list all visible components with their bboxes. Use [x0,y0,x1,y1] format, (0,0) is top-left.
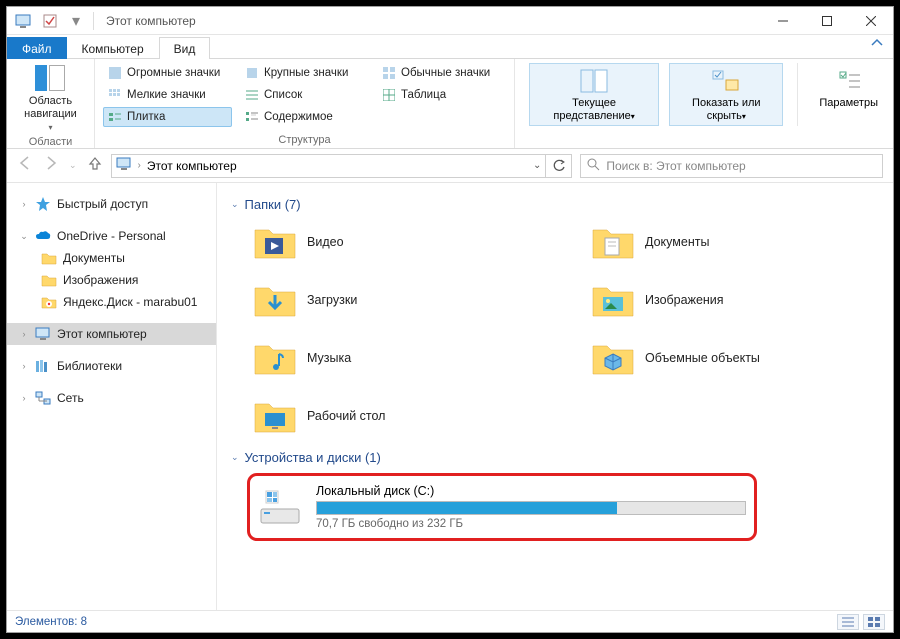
downloads-icon [253,280,297,320]
tree-onedrive-images[interactable]: Изображения [7,269,216,291]
tree-quick-access[interactable]: › Быстрый доступ [7,193,216,215]
tab-computer[interactable]: Компьютер [67,37,159,59]
view-thumbnails-button[interactable] [863,614,885,630]
address-dropdown[interactable]: ⌄ [533,160,541,171]
tab-file[interactable]: Файл [7,37,67,59]
section-folders[interactable]: ⌄ Папки (7) [227,189,883,216]
layout-large-icons[interactable]: Крупные значки [240,63,369,83]
ribbon-tabs: Файл Компьютер Вид [7,35,893,59]
layout-huge-icons[interactable]: Огромные значки [103,63,232,83]
layout-content[interactable]: Содержимое [240,107,369,127]
minimize-button[interactable] [761,7,805,35]
explorer-window: ▾ Этот компьютер Файл Компьютер Вид [6,6,894,633]
videos-icon [253,222,297,262]
group-layout-label: Структура [103,132,506,146]
drive-name: Локальный диск (C:) [316,484,746,498]
status-bar: Элементов: 8 [7,610,893,632]
search-icon [587,158,600,174]
ribbon: Область навигации ▾ Области Огромные зна… [7,59,893,149]
navigation-tree: › Быстрый доступ ⌄ OneDrive - Personal Д… [7,183,217,610]
folder-documents[interactable]: Документы [585,216,883,268]
address-bar: ⌄ › Этот компьютер ⌄ Поиск в: Этот компь… [7,149,893,183]
tree-onedrive[interactable]: ⌄ OneDrive - Personal [7,225,216,247]
folder-downloads[interactable]: Загрузки [247,274,545,326]
address-text: Этот компьютер [147,159,237,173]
documents-icon [591,222,635,262]
navigation-pane-label: Область навигации [15,95,86,121]
drive-free-text: 70,7 ГБ свободно из 232 ГБ [316,518,746,530]
app-icon [13,11,35,31]
tree-onedrive-documents[interactable]: Документы [7,247,216,269]
qat-new-folder-icon[interactable]: ▾ [65,11,87,31]
layout-table[interactable]: Таблица [377,85,506,105]
forward-button[interactable] [43,155,59,176]
address-field[interactable]: › Этот компьютер ⌄ [111,154,547,178]
close-button[interactable] [849,7,893,35]
status-count: Элементов: 8 [15,616,87,628]
yandex-disk-icon [41,294,57,310]
options-button[interactable]: Параметры [812,63,885,126]
tab-view[interactable]: Вид [159,37,211,59]
group-panes-label: Области [29,134,73,148]
drive-c[interactable]: Локальный диск (C:) 70,7 ГБ свободно из … [247,473,757,541]
desktop-icon [253,396,297,436]
folder-desktop[interactable]: Рабочий стол [247,390,545,442]
layout-small-icons[interactable]: Мелкие значки [103,85,232,105]
folder-icon [41,250,57,266]
tree-libraries[interactable]: › Библиотеки [7,355,216,377]
up-button[interactable] [87,155,103,176]
folder-3d-objects[interactable]: Объемные объекты [585,332,883,384]
tree-this-pc[interactable]: › Этот компьютер [7,323,216,345]
show-hide-button[interactable]: Показать или скрыть▾ [669,63,783,126]
layout-tile[interactable]: Плитка [103,107,232,127]
drive-icon [258,487,302,527]
current-view-button[interactable]: Текущее представление▾ [529,63,659,126]
titlebar: ▾ Этот компьютер [7,7,893,35]
drive-usage-bar [316,501,746,515]
recent-dropdown[interactable]: ⌄ [69,160,77,171]
tree-network[interactable]: › Сеть [7,387,216,409]
music-icon [253,338,297,378]
search-placeholder: Поиск в: Этот компьютер [606,159,745,173]
folder-icon [41,272,57,288]
images-icon [591,280,635,320]
folder-music[interactable]: Музыка [247,332,545,384]
cloud-icon [35,228,51,244]
refresh-button[interactable] [546,154,572,178]
qat-properties-icon[interactable] [39,11,61,31]
ribbon-collapse-button[interactable] [861,32,893,58]
navigation-pane-button[interactable]: Область навигации ▾ [15,63,86,134]
pc-icon [116,157,132,174]
folder-images[interactable]: Изображения [585,274,883,326]
layout-normal-icons[interactable]: Обычные значки [377,63,506,83]
folder-videos[interactable]: Видео [247,216,545,268]
search-field[interactable]: Поиск в: Этот компьютер [580,154,883,178]
tree-yandex-disk[interactable]: Яндекс.Диск - marabu01 [7,291,216,313]
maximize-button[interactable] [805,7,849,35]
view-details-button[interactable] [837,614,859,630]
pc-icon [35,326,51,342]
section-devices[interactable]: ⌄ Устройства и диски (1) [227,442,883,469]
content-area: ⌄ Папки (7) Видео Документы Загрузки [217,183,893,610]
3d-objects-icon [591,338,635,378]
network-icon [35,390,51,406]
libraries-icon [35,358,51,374]
window-title: Этот компьютер [106,14,196,28]
back-button[interactable] [17,155,33,176]
star-icon [35,196,51,212]
layout-list[interactable]: Список [240,85,369,105]
